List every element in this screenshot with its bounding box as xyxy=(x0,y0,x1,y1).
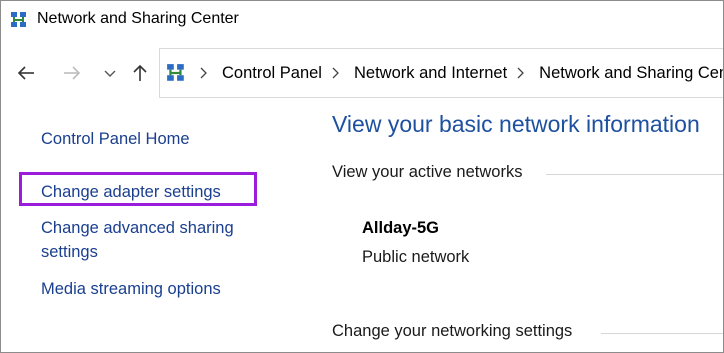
title-bar: Network and Sharing Center xyxy=(1,1,723,39)
network-name: Allday-5G xyxy=(362,219,440,237)
back-arrow-icon[interactable] xyxy=(15,62,37,84)
network-type: Public network xyxy=(362,248,470,266)
page-title: View your basic network information xyxy=(332,111,700,137)
network-sharing-center-window: Network and Sharing Center Control Panel… xyxy=(0,0,724,353)
chevron-right-icon[interactable] xyxy=(198,67,210,79)
change-networking-settings-label: Change your networking settings xyxy=(332,322,573,340)
sidebar-item-control-panel-home[interactable]: Control Panel Home xyxy=(41,127,190,151)
navigation-bar: Control Panel Network and Internet Netwo… xyxy=(1,48,723,98)
chevron-down-icon[interactable] xyxy=(99,62,121,84)
sidebar-item-change-advanced-sharing-settings[interactable]: Change advanced sharing settings xyxy=(41,216,271,264)
sidebar-item-change-adapter-settings[interactable]: Change adapter settings xyxy=(41,180,221,204)
section-divider xyxy=(601,333,723,334)
address-bar[interactable]: Control Panel Network and Internet Netwo… xyxy=(159,48,723,98)
sidebar-item-media-streaming-options[interactable]: Media streaming options xyxy=(41,277,221,301)
chevron-right-icon[interactable] xyxy=(330,67,342,79)
chevron-right-icon[interactable] xyxy=(515,67,527,79)
window-title: Network and Sharing Center xyxy=(37,10,239,27)
active-networks-label: View your active networks xyxy=(332,163,523,181)
section-divider xyxy=(546,174,723,175)
breadcrumb-network-and-sharing-center[interactable]: Network and Sharing Center xyxy=(539,64,723,83)
network-sharing-center-icon xyxy=(166,63,186,83)
breadcrumb-network-and-internet[interactable]: Network and Internet xyxy=(354,64,513,83)
breadcrumb: Control Panel Network and Internet Netwo… xyxy=(196,49,723,97)
breadcrumb-control-panel[interactable]: Control Panel xyxy=(222,64,328,83)
up-arrow-icon[interactable] xyxy=(129,62,151,84)
forward-arrow-icon[interactable] xyxy=(61,62,83,84)
network-sharing-center-icon xyxy=(10,11,28,29)
